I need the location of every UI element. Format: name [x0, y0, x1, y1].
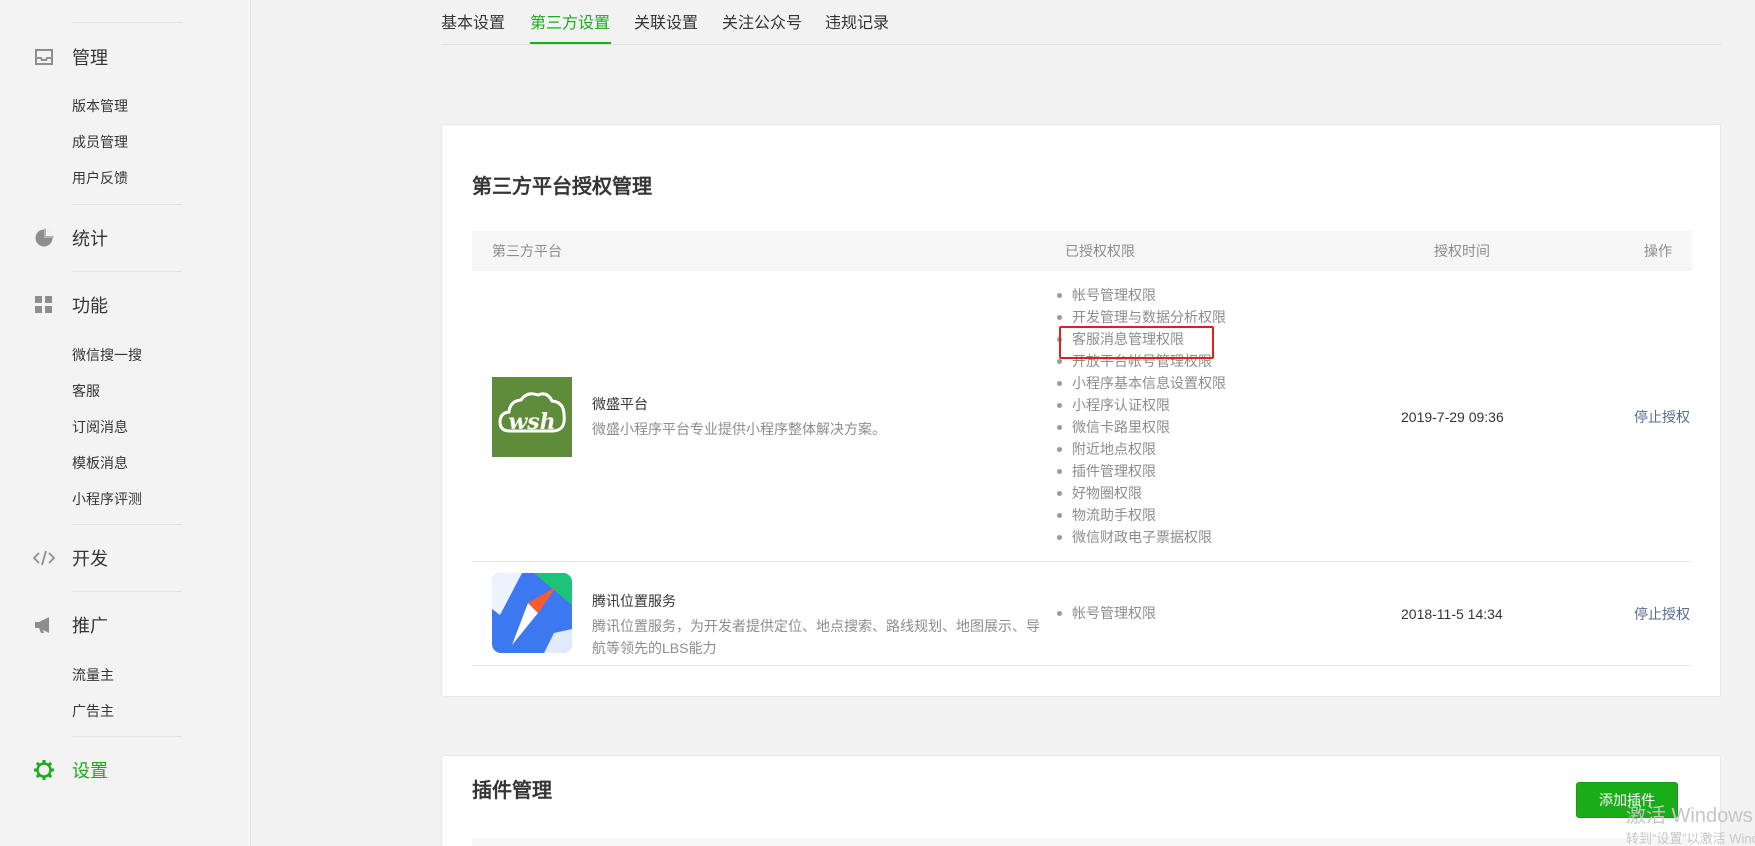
permission-item: 帐号管理权限 — [1053, 602, 1156, 624]
sidebar-item-advertiser[interactable]: 广告主 — [72, 702, 114, 720]
column-header: 授权时间 — [1434, 243, 1490, 259]
platform-name: 腾讯位置服务 — [592, 593, 676, 609]
auth-time: 2018-11-5 14:34 — [1401, 606, 1503, 622]
tab-related-settings[interactable]: 关联设置 — [634, 14, 698, 34]
revoke-auth-link[interactable]: 停止授权 — [1634, 605, 1690, 623]
sidebar-section-label: 功能 — [72, 296, 108, 316]
sidebar-section-management[interactable]: 管理 — [33, 42, 108, 72]
row-divider — [472, 561, 1692, 562]
sidebar-section-settings[interactable]: 设置 — [33, 755, 108, 785]
platform-description: 腾讯位置服务，为开发者提供定位、地点搜索、路线规划、地图展示、导航等领先的LBS… — [592, 618, 1040, 656]
sidebar-item-version[interactable]: 版本管理 — [72, 97, 128, 115]
sidebar-section-label: 设置 — [72, 761, 108, 781]
sidebar-item-traffic-owner[interactable]: 流量主 — [72, 666, 114, 684]
sidebar-item-evaluation[interactable]: 小程序评测 — [72, 490, 142, 508]
logo-text: wsh — [508, 409, 555, 435]
sidebar-item-customer-service[interactable]: 客服 — [72, 382, 100, 400]
permission-item: 附近地点权限 — [1053, 438, 1226, 460]
platform-description: 微盛小程序平台专业提供小程序整体解决方案。 — [592, 421, 886, 437]
platform-name: 微盛平台 — [592, 396, 648, 412]
highlight-box — [1059, 326, 1214, 359]
permission-item: 插件管理权限 — [1053, 460, 1226, 482]
plugin-management-panel: 插件管理 添加插件 — [441, 755, 1721, 846]
third-party-auth-panel: 第三方平台授权管理 第三方平台 已授权权限 授权时间 操作 wsh 微盛平台 微… — [441, 124, 1721, 697]
tab-follow-official-account[interactable]: 关注公众号 — [722, 14, 802, 34]
sidebar-section-promotion[interactable]: 推广 — [33, 610, 108, 640]
code-icon — [33, 547, 55, 569]
sidebar-section-label: 管理 — [72, 48, 108, 68]
sidebar-divider — [72, 22, 182, 23]
wsh-logo: wsh — [492, 377, 572, 457]
windows-activation-watermark: 激活 Windows — [1626, 805, 1753, 827]
permission-item: 微信卡路里权限 — [1053, 416, 1226, 438]
tab-third-party-settings[interactable]: 第三方设置 — [530, 14, 610, 34]
sidebar-section-features[interactable]: 功能 — [33, 290, 108, 320]
gear-icon — [33, 759, 55, 781]
tab-violation-records[interactable]: 违规记录 — [825, 14, 889, 34]
row-divider — [472, 665, 1692, 666]
panel-title: 插件管理 — [472, 780, 552, 802]
column-header: 已授权权限 — [1065, 243, 1135, 259]
revoke-auth-link[interactable]: 停止授权 — [1634, 408, 1690, 426]
column-header: 操作 — [1644, 243, 1672, 259]
permission-item: 开发管理与数据分析权限 — [1053, 306, 1226, 328]
sidebar-item-feedback[interactable]: 用户反馈 — [72, 169, 128, 187]
permission-item: 好物圈权限 — [1053, 482, 1226, 504]
permission-item: 物流助手权限 — [1053, 504, 1226, 526]
sidebar-item-members[interactable]: 成员管理 — [72, 133, 128, 151]
permission-item: 小程序基本信息设置权限 — [1053, 372, 1226, 394]
auth-time: 2019-7-29 09:36 — [1401, 409, 1504, 425]
column-header: 第三方平台 — [492, 243, 562, 259]
sidebar-divider — [72, 271, 182, 272]
permission-list: 帐号管理权限 开发管理与数据分析权限 客服消息管理权限 开放平台帐号管理权限 小… — [1053, 284, 1226, 548]
tab-basic-settings[interactable]: 基本设置 — [441, 14, 505, 34]
tencent-map-logo — [492, 573, 572, 653]
pie-chart-icon — [33, 227, 55, 249]
permission-item: 微信财政电子票据权限 — [1053, 526, 1226, 548]
sidebar-section-label: 推广 — [72, 616, 108, 636]
windows-activation-hint: 转到“设置”以激活 Windows。 — [1626, 831, 1755, 846]
grid-icon — [33, 294, 55, 316]
settings-tabs: 基本设置 第三方设置 关联设置 关注公众号 违规记录 — [441, 0, 1721, 45]
permission-list: 帐号管理权限 — [1053, 602, 1156, 624]
sidebar-item-template-msg[interactable]: 模板消息 — [72, 454, 128, 472]
permission-item: 小程序认证权限 — [1053, 394, 1226, 416]
table-header: 第三方平台 已授权权限 授权时间 操作 — [472, 231, 1692, 271]
megaphone-icon — [33, 614, 55, 636]
sidebar: 管理 版本管理 成员管理 用户反馈 统计 功能 微信搜一搜 客服 订阅消息 模板… — [0, 0, 251, 846]
sidebar-section-statistics[interactable]: 统计 — [33, 223, 108, 253]
sidebar-section-development[interactable]: 开发 — [33, 543, 108, 573]
sidebar-item-wechat-search[interactable]: 微信搜一搜 — [72, 346, 142, 364]
active-tab-indicator — [530, 42, 611, 44]
sidebar-divider — [72, 591, 182, 592]
table-header — [472, 838, 1692, 846]
permission-item: 帐号管理权限 — [1053, 284, 1226, 306]
inbox-icon — [33, 46, 55, 68]
sidebar-section-label: 开发 — [72, 549, 108, 569]
sidebar-section-label: 统计 — [72, 229, 108, 249]
sidebar-divider — [72, 736, 182, 737]
sidebar-divider — [72, 204, 182, 205]
sidebar-item-subscribe-msg[interactable]: 订阅消息 — [72, 418, 128, 436]
panel-title: 第三方平台授权管理 — [472, 176, 652, 198]
sidebar-divider — [72, 524, 182, 525]
